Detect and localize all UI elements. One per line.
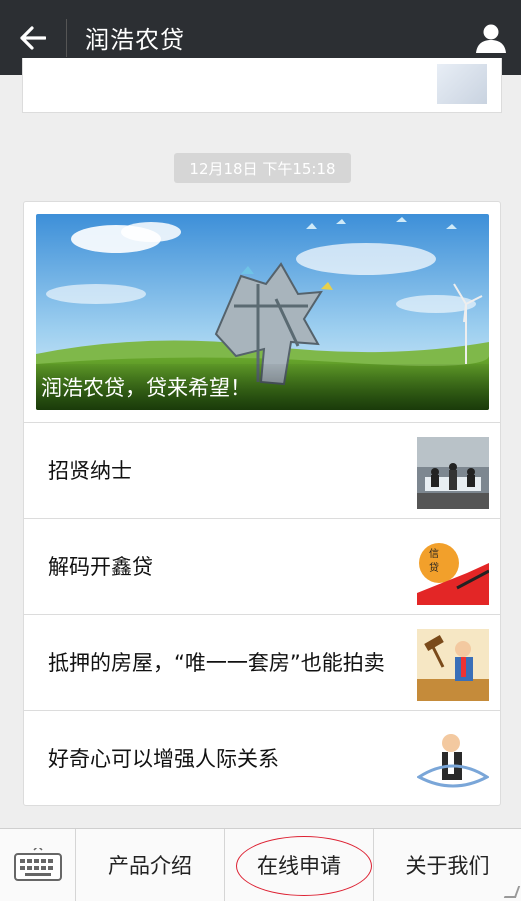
person-icon <box>476 24 506 53</box>
list-item[interactable]: 招贤纳士 <box>24 422 500 518</box>
header-divider <box>66 18 67 57</box>
list-item[interactable]: 抵押的房屋，“唯一一套房”也能拍卖 <box>24 614 500 710</box>
article-thumbnail <box>417 725 489 797</box>
news-card: 润浩农贷，贷来希望！ 招贤纳士 解码开鑫贷 信 贷 抵押的房屋，“唯一一套房”也… <box>23 201 501 806</box>
message-timestamp: 12月18日 下午15:18 <box>174 153 351 183</box>
previous-thumbnail <box>437 64 487 104</box>
keyboard-icon <box>13 848 62 881</box>
keyboard-toggle-button[interactable] <box>0 829 76 901</box>
article-title: 好奇心可以增强人际关系 <box>48 746 279 771</box>
article-thumbnail <box>417 437 489 509</box>
article-thumbnail <box>417 629 489 701</box>
svg-text:信: 信 <box>429 548 439 560</box>
banner-caption: 润浩农贷，贷来希望！ <box>36 364 489 410</box>
menu-product-intro[interactable]: 产品介绍 <box>76 829 225 901</box>
banner-article[interactable]: 润浩农贷，贷来希望！ <box>36 214 489 410</box>
previous-message-card[interactable] <box>22 58 502 113</box>
menu-online-apply[interactable]: 在线申请 <box>225 829 374 901</box>
list-item[interactable]: 好奇心可以增强人际关系 <box>24 710 500 806</box>
bottom-menu-bar: 产品介绍 在线申请 关于我们 <box>0 828 521 901</box>
page-title: 润浩农贷 <box>85 26 185 54</box>
svg-text:贷: 贷 <box>429 561 439 574</box>
arrow-left-icon <box>20 25 46 50</box>
article-thumbnail: 信 贷 <box>417 533 489 605</box>
list-item[interactable]: 解码开鑫贷 信 贷 <box>24 518 500 614</box>
article-title: 解码开鑫贷 <box>48 554 153 579</box>
menu-about-us[interactable]: 关于我们 <box>374 829 521 901</box>
article-title: 招贤纳士 <box>48 458 132 483</box>
article-title: 抵押的房屋，“唯一一套房”也能拍卖 <box>48 650 385 675</box>
